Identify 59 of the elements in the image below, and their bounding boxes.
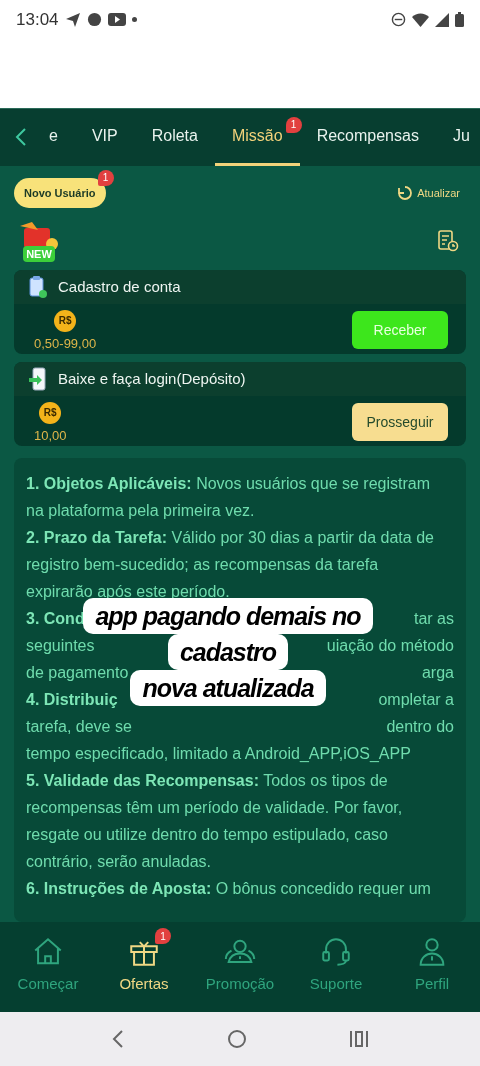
proceed-button[interactable]: Prosseguir — [352, 403, 448, 442]
send-icon — [64, 12, 81, 28]
nav-item[interactable]: Começar — [3, 934, 93, 994]
rules-text: contrário, serão anuladas. — [26, 852, 211, 871]
count-badge: 1 — [155, 928, 171, 945]
rules-text: 2. Prazo da Tarefa: Válido por 30 dias a partir da data de — [26, 528, 434, 547]
tab[interactable]: e — [32, 108, 75, 166]
task-title: Cadastro de conta — [58, 278, 181, 296]
wifi-icon — [412, 13, 429, 27]
refresh-icon — [396, 183, 415, 202]
refresh-button[interactable]: Atualizar — [390, 182, 466, 203]
rules-text: arga — [421, 663, 454, 682]
rules-text: registro bem-sucedido; as recompensas da tarefa — [26, 555, 379, 574]
phone-login-icon — [28, 367, 48, 391]
rules-text: tarefa, deve se — [26, 717, 132, 736]
rules-text: tempo especificado, limitado a Android_APP,iOS_APP — [26, 744, 411, 763]
caption-text: nova atualizada — [130, 670, 326, 707]
task-title: Baixe e faça login(Depósito) — [58, 370, 246, 388]
count-badge: 1 — [285, 116, 302, 133]
reward-amount: 10,00 — [34, 428, 67, 443]
caption-text: app pagando demais no — [83, 598, 373, 635]
rules-text: na plataforma pela primeira vez. — [26, 501, 255, 520]
rules-text: dentro do — [386, 717, 454, 736]
do-not-disturb-icon — [391, 12, 406, 28]
rules-text: uiação do método — [326, 636, 454, 655]
video-icon — [107, 13, 126, 27]
home-nav-icon[interactable] — [227, 1029, 247, 1049]
currency-badge: R$ — [54, 309, 77, 332]
battery-icon — [455, 12, 464, 28]
status-time: 13:04 — [16, 10, 59, 30]
tab[interactable]: Recompensas — [299, 108, 436, 166]
dot-icon — [131, 17, 137, 23]
rules-text: ompletar a — [378, 690, 454, 709]
rules-text: 4. Distribuiç — [26, 690, 118, 709]
rules-text: 5. Validade das Recompensas: Todos os tipos de — [26, 771, 388, 790]
nav-item[interactable]: Suporte — [291, 934, 381, 994]
tab[interactable]: VIP — [74, 108, 135, 166]
rules-text: resgate ou utilize dentro do tempo estipulado, caso — [26, 825, 388, 844]
tab[interactable]: Roleta — [134, 108, 215, 166]
rules-text: tar as — [414, 609, 454, 628]
back-icon[interactable] — [14, 127, 28, 148]
reward-amount: 0,50-99,00 — [34, 335, 97, 351]
rules-text: 6. Instruções de Aposta: O bônus concedido requer um — [26, 879, 431, 898]
rules-text: 1. Objetos Aplicáveis: Novos usuários que se registram — [26, 474, 430, 493]
nav-item[interactable]: Perfil — [387, 934, 477, 994]
currency-badge: R$ — [39, 402, 62, 424]
caption-text: cadastro — [167, 634, 289, 671]
signal-icon — [435, 13, 449, 27]
rules-text: recompensas têm um período de validade. Por favor, — [26, 798, 403, 817]
tab[interactable]: Ju — [435, 108, 480, 166]
back-nav-icon[interactable] — [111, 1029, 125, 1049]
recents-nav-icon[interactable] — [349, 1030, 369, 1048]
nav-item[interactable]: Promoção — [195, 934, 285, 994]
history-icon[interactable] — [436, 228, 460, 253]
rules-text: de pagamento — [26, 663, 129, 682]
rules-text: seguintes — [26, 636, 95, 655]
clipboard-icon — [28, 274, 48, 299]
count-badge: 1 — [97, 169, 114, 186]
rules-text: expirarão após este período. — [26, 582, 230, 601]
